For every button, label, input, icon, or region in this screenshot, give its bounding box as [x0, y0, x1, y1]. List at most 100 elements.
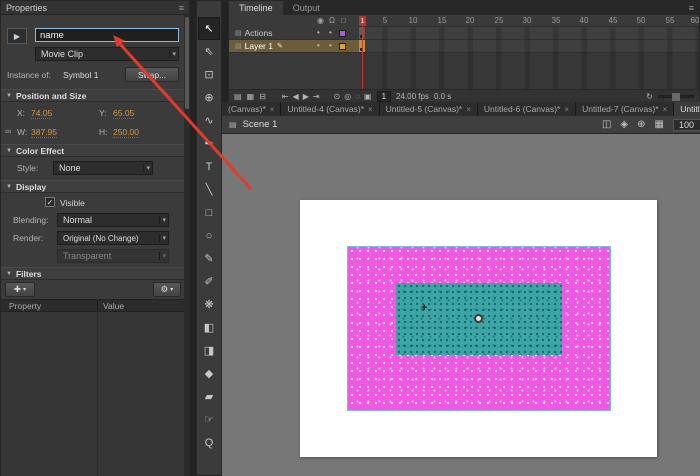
- style-dropdown[interactable]: None ▾: [53, 161, 153, 175]
- ink-bottle-tool[interactable]: ◨: [198, 339, 220, 362]
- close-icon[interactable]: ×: [663, 105, 668, 114]
- scene-breadcrumb[interactable]: Scene 1: [243, 119, 278, 130]
- 3d-rotation-tool[interactable]: ⊕: [198, 86, 220, 109]
- line-tool[interactable]: ╲: [198, 178, 220, 201]
- lasso-tool[interactable]: ∿: [198, 109, 220, 132]
- grid-icon[interactable]: ▦: [655, 119, 664, 130]
- step-back-button[interactable]: ◀: [293, 92, 299, 101]
- onion-skin-outlines-button[interactable]: ◌: [355, 92, 360, 101]
- close-icon[interactable]: ×: [564, 105, 569, 114]
- onion-skin-button[interactable]: ◎: [344, 92, 351, 101]
- panel-menu-icon[interactable]: ≡: [689, 3, 699, 13]
- stage[interactable]: +: [300, 200, 657, 457]
- eraser-tool[interactable]: ▰: [198, 385, 220, 408]
- deco-tool[interactable]: ❋: [198, 293, 220, 316]
- filter-options-button[interactable]: ⚙ ▾: [153, 282, 181, 297]
- close-icon[interactable]: ×: [368, 105, 373, 114]
- selection-tool[interactable]: ↖: [198, 17, 220, 40]
- section-filters[interactable]: ▼ Filters: [1, 267, 189, 280]
- canvas-area[interactable]: +: [222, 134, 700, 476]
- brush-tool[interactable]: ✐: [198, 270, 220, 293]
- timeline-zoom-slider[interactable]: [658, 95, 694, 98]
- doc-tab-untitled-8[interactable]: Untitled-8 (Canva: [674, 102, 700, 116]
- layer-lock-dot[interactable]: •: [329, 28, 332, 37]
- filters-value-column[interactable]: Value: [103, 301, 124, 311]
- edit-scene-icon[interactable]: ◫: [602, 119, 611, 130]
- close-icon[interactable]: ×: [270, 105, 275, 114]
- edit-multiple-frames-button[interactable]: ▣: [364, 92, 372, 101]
- current-frame-counter[interactable]: 1: [377, 91, 391, 102]
- section-color-effect[interactable]: ▼ Color Effect: [1, 144, 189, 157]
- y-value[interactable]: 65.05: [113, 108, 134, 119]
- center-stage-icon[interactable]: ⊕: [637, 119, 645, 130]
- playhead-marker[interactable]: 1: [359, 16, 366, 26]
- x-value[interactable]: 74.05: [31, 108, 52, 119]
- delete-layer-button[interactable]: ⊟: [259, 92, 266, 101]
- new-layer-button[interactable]: ▤: [234, 92, 242, 101]
- doc-tab-untitled-6[interactable]: Untitled-6 (Canvas)* ×: [478, 102, 576, 116]
- registration-point[interactable]: [474, 314, 483, 323]
- section-position-size[interactable]: ▼ Position and Size: [1, 89, 189, 102]
- visible-checkbox[interactable]: ✓: [45, 197, 55, 207]
- eye-icon[interactable]: ◉: [317, 16, 324, 25]
- tab-output[interactable]: Output: [283, 1, 330, 15]
- pencil-tool[interactable]: ✎: [198, 247, 220, 270]
- properties-scrollbar[interactable]: [184, 15, 190, 476]
- add-filter-button[interactable]: ✚ ▾: [5, 282, 35, 297]
- panel-menu-icon[interactable]: ≡: [179, 3, 184, 13]
- pink-rectangle-selected[interactable]: [348, 247, 610, 410]
- layer-row-actions[interactable]: ▤ Actions • •: [229, 27, 359, 40]
- filters-property-column[interactable]: Property: [9, 301, 41, 311]
- new-folder-button[interactable]: ▦: [247, 92, 255, 101]
- edit-symbols-icon[interactable]: ◈: [620, 119, 628, 130]
- swap-button[interactable]: Swap...: [125, 67, 179, 82]
- oval-tool[interactable]: ○: [198, 224, 220, 247]
- eyedropper-tool[interactable]: ◆: [198, 362, 220, 385]
- tab-timeline[interactable]: Timeline: [229, 1, 283, 15]
- frames-row-layer1[interactable]: [359, 40, 699, 53]
- layer-visibility-dot[interactable]: •: [317, 28, 320, 37]
- properties-panel-header[interactable]: Properties ≡: [1, 1, 189, 15]
- layer-name[interactable]: Actions: [245, 28, 273, 38]
- link-dimensions-icon[interactable]: ∞: [5, 126, 11, 136]
- play-button[interactable]: ▶: [303, 92, 309, 101]
- subselection-tool[interactable]: ⇖: [198, 40, 220, 63]
- close-icon[interactable]: ×: [466, 105, 471, 114]
- go-last-frame-button[interactable]: ⇥: [313, 92, 320, 101]
- layer-outline-swatch[interactable]: [339, 43, 346, 50]
- doc-tab-untitled-4[interactable]: Untitled-4 (Canvas)* ×: [281, 102, 379, 116]
- w-value[interactable]: 387.95: [31, 127, 57, 138]
- scrollbar-thumb[interactable]: [185, 17, 189, 109]
- zoom-tool[interactable]: Q: [198, 431, 220, 454]
- text-tool[interactable]: T: [198, 155, 220, 178]
- doc-tab-untitled-7[interactable]: Untitled-7 (Canvas)* ×: [576, 102, 674, 116]
- center-frame-button[interactable]: ⊙: [334, 92, 341, 101]
- render-dropdown[interactable]: Original (No Change) ▾: [57, 231, 169, 245]
- blending-dropdown[interactable]: Normal ▾: [57, 213, 169, 227]
- zoom-level-dropdown[interactable]: 100: [673, 119, 700, 131]
- doc-tab-untitled-5[interactable]: Untitled-5 (Canvas)* ×: [380, 102, 478, 116]
- filters-list-empty[interactable]: [1, 312, 185, 476]
- free-transform-tool[interactable]: ⊡: [198, 63, 220, 86]
- symbol-type-dropdown[interactable]: Movie Clip ▾: [35, 47, 179, 61]
- rectangle-tool[interactable]: □: [198, 201, 220, 224]
- hand-tool[interactable]: ☞: [198, 408, 220, 431]
- slider-thumb[interactable]: [672, 93, 680, 101]
- h-value[interactable]: 250.00: [113, 127, 139, 138]
- layer-visibility-dot[interactable]: •: [317, 41, 320, 50]
- fps-value[interactable]: 24.00 fps: [396, 92, 429, 101]
- pen-tool[interactable]: ✒: [198, 132, 220, 155]
- paint-bucket-tool[interactable]: ◧: [198, 316, 220, 339]
- layer-name[interactable]: Layer 1: [245, 41, 273, 51]
- go-first-frame-button[interactable]: ⇤: [282, 92, 289, 101]
- frames-row-actions[interactable]: [359, 27, 699, 40]
- section-display[interactable]: ▼ Display: [1, 180, 189, 193]
- loop-button[interactable]: ↻: [646, 92, 653, 101]
- doc-tab[interactable]: (Canvas)* ×: [222, 102, 281, 116]
- layer-outline-swatch[interactable]: [339, 30, 346, 37]
- frame-ruler[interactable]: 5 10 15 20 25 30 35 40 45 50 55 60: [359, 15, 699, 27]
- outline-icon[interactable]: □: [341, 16, 346, 25]
- lock-icon[interactable]: Ω: [329, 16, 335, 25]
- layer-row-layer1[interactable]: ▤ Layer 1 ✎ • •: [229, 40, 359, 53]
- instance-name-input[interactable]: [35, 28, 179, 42]
